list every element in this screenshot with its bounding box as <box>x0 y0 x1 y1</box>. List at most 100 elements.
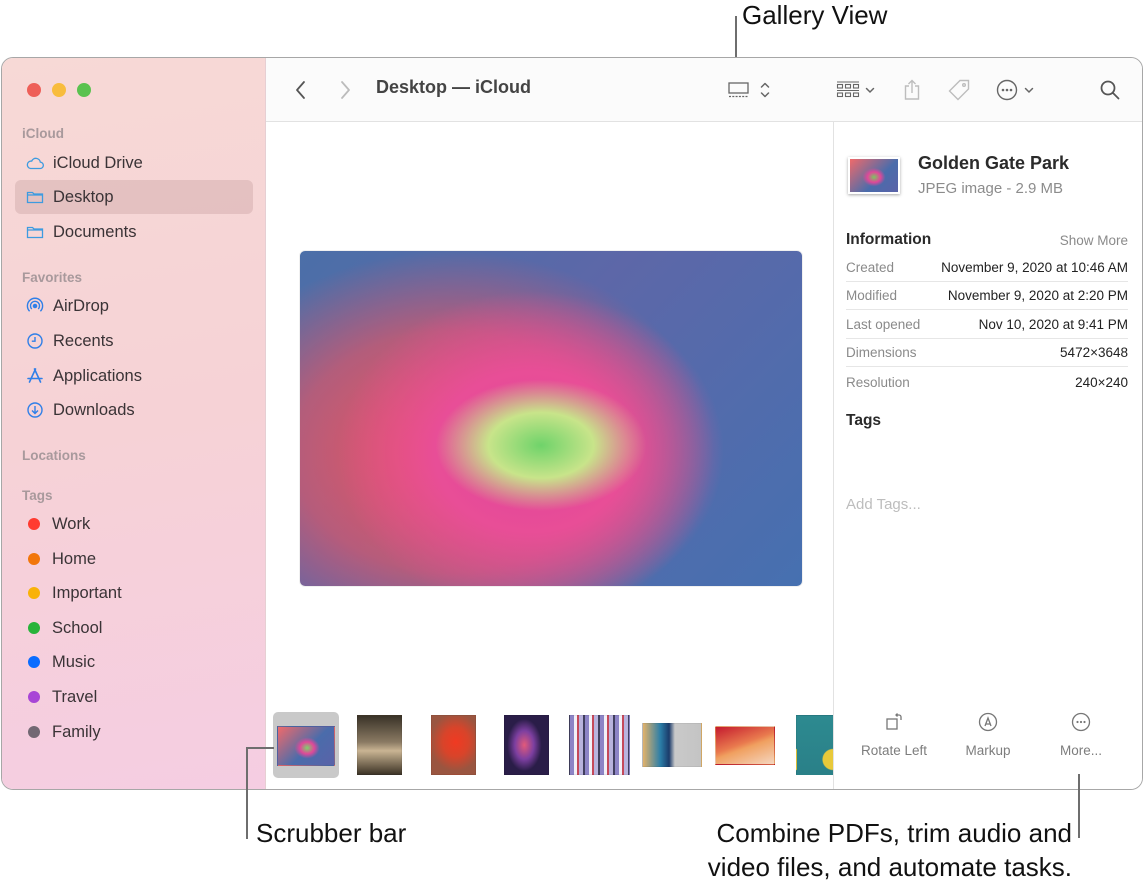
toolbar: Desktop — iCloud <box>266 58 1142 122</box>
info-label: Created <box>846 260 895 275</box>
forward-button[interactable] <box>334 76 356 104</box>
minimize-button[interactable] <box>52 83 66 97</box>
scrubber-thumb-marketing-plan[interactable] <box>796 715 834 775</box>
tag-icon <box>948 79 970 101</box>
cloud-icon <box>25 153 45 173</box>
view-mode-button[interactable] <box>724 76 774 104</box>
folder-icon <box>25 222 45 242</box>
scrubber-thumb-striped-curtain[interactable] <box>569 715 630 775</box>
scrubber-thumb-red-powder[interactable] <box>431 715 476 775</box>
applications-icon <box>25 366 45 386</box>
tag-color-dot <box>28 518 40 530</box>
close-button[interactable] <box>27 83 41 97</box>
info-value: November 9, 2020 at 10:46 AM <box>941 260 1128 275</box>
tag-color-dot <box>28 622 40 634</box>
action-menu-button[interactable] <box>994 76 1036 104</box>
search-button[interactable] <box>1098 76 1122 104</box>
scrubber-bar[interactable] <box>266 707 834 789</box>
callout-more-line <box>1078 774 1080 838</box>
group-grid-icon <box>836 81 860 98</box>
share-button[interactable] <box>900 76 924 104</box>
callout-scrubber-line <box>246 747 248 839</box>
download-icon <box>25 400 45 420</box>
tag-button[interactable] <box>946 76 972 104</box>
scrubber-thumb-red-gradient[interactable] <box>715 726 775 765</box>
show-more-link[interactable]: Show More <box>1060 233 1128 248</box>
sidebar: iCloud iCloud Drive Desktop Documents Fa… <box>2 58 266 789</box>
tag-color-dot <box>28 553 40 565</box>
forward-chevron-icon <box>341 81 350 99</box>
sidebar-section-locations[interactable]: Locations <box>22 448 86 463</box>
scrubber-thumb-neon-portrait[interactable] <box>504 715 549 775</box>
sidebar-item-downloads[interactable]: Downloads <box>15 393 253 427</box>
info-row-last-opened: Last opened Nov 10, 2020 at 9:41 PM <box>846 311 1128 339</box>
quick-actions: Rotate Left Markup More... <box>834 711 1142 771</box>
zoom-button[interactable] <box>77 83 91 97</box>
sidebar-tag-work[interactable]: Work <box>15 507 253 541</box>
sidebar-item-label: iCloud Drive <box>53 153 143 172</box>
scrubber-thumb-louisa-parris[interactable] <box>642 723 702 767</box>
sidebar-item-applications[interactable]: Applications <box>15 359 253 393</box>
sidebar-tag-travel[interactable]: Travel <box>15 680 253 714</box>
image-preview[interactable] <box>300 251 802 586</box>
sidebar-item-label: Desktop <box>53 187 114 206</box>
tag-color-dot <box>28 656 40 668</box>
action-label: Rotate Left <box>860 743 928 758</box>
sidebar-item-recents[interactable]: Recents <box>15 324 253 358</box>
sidebar-tag-music[interactable]: Music <box>15 645 253 679</box>
callout-more-line2: video files, and automate tasks. <box>707 852 1072 882</box>
chevron-down-icon <box>865 87 875 94</box>
add-tags-field[interactable]: Add Tags... <box>846 496 921 513</box>
sidebar-tag-family[interactable]: Family <box>15 715 253 749</box>
ellipsis-circle-icon <box>996 79 1018 101</box>
markup-button[interactable]: Markup <box>938 711 1038 758</box>
scrubber-thumb-flower[interactable] <box>277 726 335 766</box>
sidebar-item-label: Applications <box>53 366 142 385</box>
back-button[interactable] <box>290 76 312 104</box>
sidebar-item-label: Documents <box>53 222 137 241</box>
info-value: November 9, 2020 at 2:20 PM <box>947 288 1128 303</box>
info-label: Modified <box>846 288 898 303</box>
share-icon <box>904 79 920 100</box>
inspector-panel: Golden Gate Park JPEG image - 2.9 MB Inf… <box>833 122 1142 789</box>
info-row-dimensions: Dimensions 5472×3648 <box>846 339 1128 367</box>
callout-scrubber-hline <box>246 747 274 749</box>
tag-color-dot <box>28 691 40 703</box>
tag-color-dot <box>28 587 40 599</box>
sidebar-item-label: Family <box>52 722 101 741</box>
tags-heading: Tags <box>846 412 882 429</box>
sidebar-section-tags[interactable]: Tags <box>22 488 53 503</box>
info-label: Last opened <box>846 317 921 332</box>
sidebar-item-airdrop[interactable]: AirDrop <box>15 289 253 323</box>
sidebar-tag-home[interactable]: Home <box>15 542 253 576</box>
sidebar-section-icloud: iCloud <box>22 126 64 141</box>
sidebar-tag-school[interactable]: School <box>15 611 253 645</box>
finder-window: iCloud iCloud Drive Desktop Documents Fa… <box>1 57 1143 790</box>
file-thumbnail <box>848 157 900 194</box>
sidebar-item-label: Travel <box>52 687 98 706</box>
sidebar-item-label: School <box>52 618 103 637</box>
file-name: Golden Gate Park <box>918 153 1070 173</box>
information-heading: Information <box>846 231 932 248</box>
rotate-left-button[interactable]: Rotate Left <box>844 711 944 758</box>
tag-color-dot <box>28 726 40 738</box>
info-value: Nov 10, 2020 at 9:41 PM <box>978 317 1128 332</box>
sidebar-item-label: Work <box>52 514 91 533</box>
folder-icon <box>25 187 45 207</box>
group-by-button[interactable] <box>834 76 878 104</box>
file-kind: JPEG image - 2.9 MB <box>918 180 1064 197</box>
info-value: 5472×3648 <box>1060 345 1128 360</box>
sidebar-item-desktop[interactable]: Desktop <box>15 180 253 214</box>
sidebar-item-label: Home <box>52 549 97 568</box>
chevron-down-icon <box>1024 87 1034 94</box>
sidebar-tag-important[interactable]: Important <box>15 576 253 610</box>
callout-scrubber-bar: Scrubber bar <box>256 818 407 848</box>
more-button[interactable]: More... <box>1031 711 1131 758</box>
scrubber-thumb-forest-road[interactable] <box>357 715 402 775</box>
airdrop-icon <box>25 296 45 316</box>
sidebar-item-documents[interactable]: Documents <box>15 215 253 249</box>
callout-gallery-view: Gallery View <box>742 0 888 30</box>
sidebar-item-icloud-drive[interactable]: iCloud Drive <box>15 146 253 180</box>
gallery-view-icon <box>728 82 749 98</box>
info-row-modified: Modified November 9, 2020 at 2:20 PM <box>846 282 1128 310</box>
